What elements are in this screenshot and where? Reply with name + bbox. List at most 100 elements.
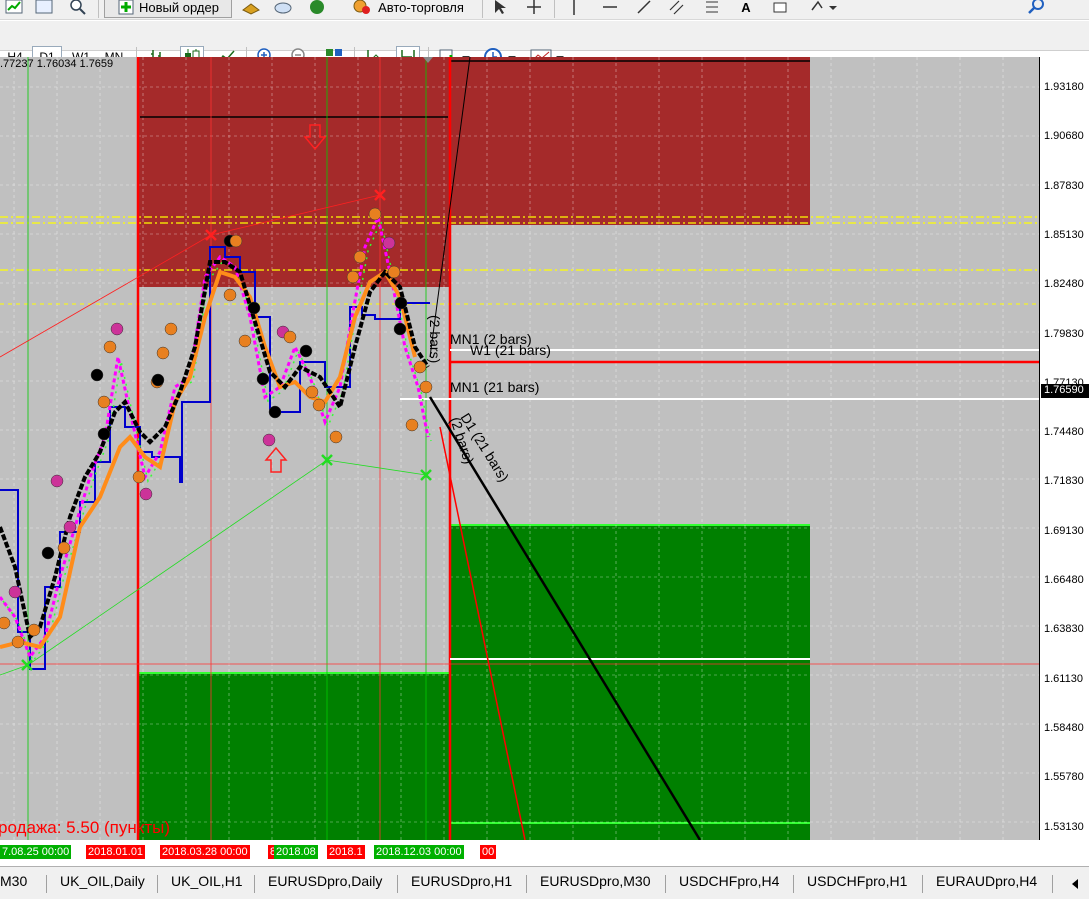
navigator-icon[interactable]: [32, 0, 56, 18]
price-axis-label: 1.69130: [1044, 524, 1084, 537]
label-w1-2: (2 bars): [427, 315, 443, 363]
price-chart[interactable]: MN1 (2 bars) W1 (21 bars) MN1 (21 bars) …: [0, 57, 1039, 840]
tab-separator: [157, 875, 158, 893]
price-axis-label: 1.90680: [1044, 130, 1084, 143]
support-zone-right: [450, 524, 810, 840]
indicator-marker: [238, 334, 252, 348]
auto-trading-label: Авто-торговля: [378, 0, 464, 15]
chart-tabs-bar: M30 UK_OIL,Daily UK_OIL,H1 EURUSDpro,Daily E…: [0, 866, 1089, 899]
time-axis-label: 2018.08: [274, 845, 318, 859]
text-tool-button[interactable]: A: [736, 0, 756, 18]
resistance-zone-right: [450, 57, 810, 225]
indicator-marker: [312, 398, 326, 412]
cloud-icon[interactable]: [272, 0, 294, 18]
price-axis-label: 1.63830: [1044, 623, 1084, 636]
chart-tab[interactable]: EURUSDpro,M30: [540, 873, 650, 889]
tab-separator: [922, 875, 923, 893]
price-axis-label: 1.74480: [1044, 426, 1084, 439]
price-axis-label: 1.58480: [1044, 721, 1084, 734]
timeframe-toolbar: H4 D1 W1 MN: [0, 21, 1089, 68]
resistance-zone-left: [138, 57, 450, 287]
chart-icon[interactable]: [2, 0, 26, 18]
history-center-icon[interactable]: [240, 0, 262, 18]
indicator-marker: [27, 623, 41, 637]
indicator-marker: [164, 322, 178, 336]
time-axis[interactable]: 7.08.25 00:002018.01.012018.03.28 00:008…: [0, 840, 1039, 866]
time-axis-label: 2018.03.28 00:00: [160, 845, 250, 859]
tab-separator: [254, 875, 255, 893]
price-axis-label: 1.87830: [1044, 179, 1084, 192]
chart-tab[interactable]: UK_OIL,H1: [171, 873, 243, 889]
tab-separator: [665, 875, 666, 893]
chart-tab[interactable]: M30: [0, 873, 27, 889]
indicator-marker: [305, 385, 319, 399]
indicator-marker: [382, 236, 396, 250]
indicator-marker: [419, 380, 433, 394]
indicator-marker: [229, 234, 243, 248]
indicator-marker: [329, 430, 343, 444]
price-axis-label: 1.61130: [1044, 672, 1083, 685]
indicator-marker: [413, 360, 427, 374]
indicator-marker: [405, 418, 419, 432]
cursor-icon[interactable]: [490, 0, 510, 18]
indicator-marker: [394, 296, 408, 310]
auto-trading-button[interactable]: Авто-торговля: [338, 0, 478, 18]
chart-tab[interactable]: EURUSDpro,H1: [411, 873, 512, 889]
indicator-marker: [268, 405, 282, 419]
indicator-marker: [346, 270, 360, 284]
price-axis[interactable]: 1.93180 1.90680 1.87830 1.85130 1.82480 1.798…: [1039, 57, 1089, 840]
current-price-label: 1.76590: [1041, 384, 1089, 398]
search-icon[interactable]: [1026, 0, 1048, 18]
indicator-marker: [353, 250, 367, 264]
indicator-marker: [299, 344, 313, 358]
support-zone-left: [138, 672, 450, 840]
chart-tab[interactable]: USDCHFpro,H1: [807, 873, 907, 889]
buy-arrow-icon: [264, 446, 288, 473]
price-axis-label: 1.79830: [1044, 327, 1084, 340]
price-axis-label: 1.93180: [1044, 81, 1084, 93]
fibonacci-icon[interactable]: [702, 0, 722, 18]
indicator-marker: [0, 616, 11, 630]
indicator-marker: [256, 372, 270, 386]
tab-separator: [793, 875, 794, 893]
chart-tab[interactable]: EURAUDpro,H4: [936, 873, 1037, 889]
text-label-icon[interactable]: [770, 0, 790, 18]
text-tool-label: A: [741, 0, 751, 15]
tab-separator: [397, 875, 398, 893]
vertical-line-icon[interactable]: [564, 0, 584, 18]
time-axis-label: 2018.01.01: [86, 845, 146, 859]
price-axis-label: 1.53130: [1044, 820, 1084, 833]
indicator-marker: [139, 487, 153, 501]
indicator-marker: [50, 474, 64, 488]
new-order-button[interactable]: Новый ордер: [104, 0, 232, 18]
main-toolbar: Новый ордер Авто-торговля A: [0, 0, 1089, 20]
equidistant-channel-icon[interactable]: [668, 0, 688, 18]
price-axis-label: 1.55780: [1044, 771, 1084, 784]
tab-separator: [526, 875, 527, 893]
ohlc-readout: .77237 1.76034 1.7659: [0, 58, 114, 70]
trendline-icon[interactable]: [634, 0, 654, 18]
chart-tab[interactable]: USDCHFpro,H4: [679, 873, 779, 889]
indicator-marker: [110, 322, 124, 336]
tab-separator: [1052, 875, 1053, 893]
indicator-marker: [262, 433, 276, 447]
label-mn1-21: MN1 (21 bars): [450, 379, 539, 395]
indicator-marker: [11, 635, 25, 649]
tabs-scroll-arrow-icon[interactable]: [1068, 877, 1082, 894]
indicator-marker: [97, 395, 111, 409]
indicator-marker: [63, 520, 77, 534]
chart-tab[interactable]: EURUSDpro,Daily: [268, 873, 382, 889]
indicator-marker: [97, 427, 111, 441]
crosshair-icon[interactable]: [524, 0, 544, 18]
new-order-label: Новый ордер: [139, 0, 219, 15]
indicator-marker: [41, 546, 55, 560]
tab-separator: [46, 875, 47, 893]
arrow-tools-dropdown[interactable]: [806, 0, 840, 18]
indicator-marker: [151, 373, 165, 387]
signals-icon[interactable]: [306, 0, 328, 18]
horizontal-line-icon[interactable]: [600, 0, 620, 18]
chart-tab[interactable]: UK_OIL,Daily: [60, 873, 145, 889]
zoom-search-icon[interactable]: [66, 0, 90, 18]
indicator-marker: [368, 207, 382, 221]
time-axis-label: 2018.1: [327, 845, 365, 859]
